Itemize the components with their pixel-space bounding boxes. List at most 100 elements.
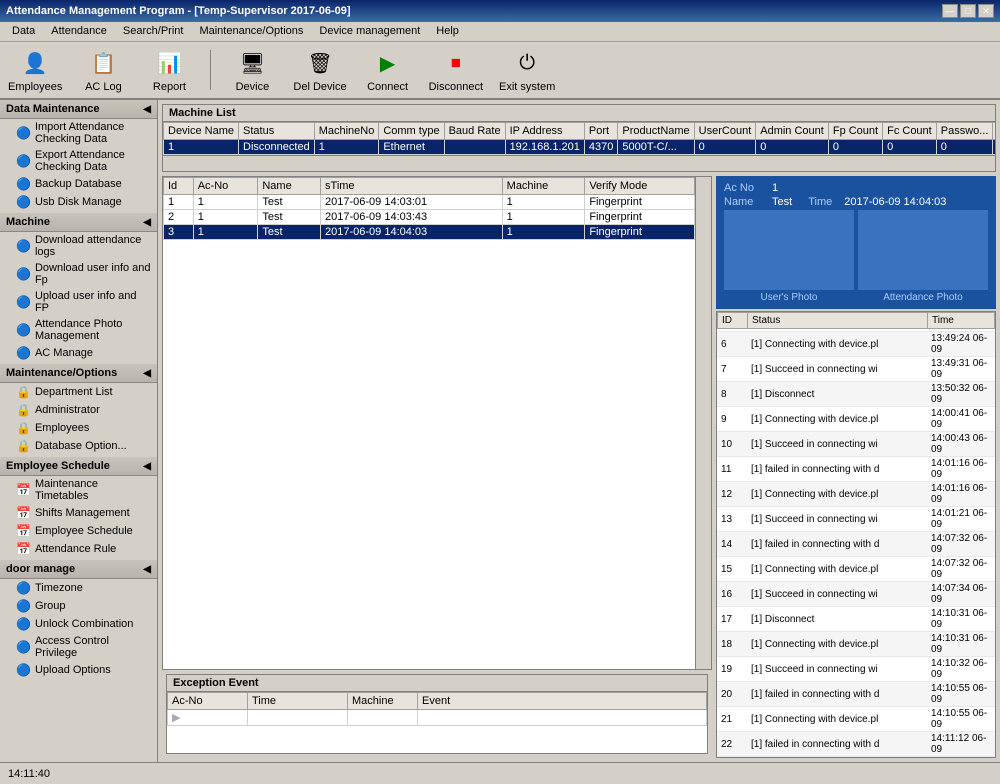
sidebar-item-download-user[interactable]: 🔵Download user info and Fp: [0, 260, 157, 288]
sidebar-item-export[interactable]: 🔵Export Attendance Checking Data: [0, 147, 157, 175]
info-time-label: Time: [808, 196, 832, 208]
rec-col-ac: Ac-No: [193, 178, 258, 195]
cell-admins: 0: [756, 140, 829, 155]
exc-col-ac: Ac-No: [168, 693, 248, 710]
info-row-name: Name Test Time 2017-06-09 14:04:03: [724, 196, 988, 208]
exc-row-indicator: ▶: [168, 710, 248, 726]
sidebar-item-unlock[interactable]: 🔵Unlock Combination: [0, 615, 157, 633]
timetables-icon: 📅: [16, 483, 31, 497]
right-panel: Ac No 1 Name Test Time 2017-06-09 14:04:…: [716, 176, 996, 758]
upload-user-icon: 🔵: [16, 295, 31, 309]
main-layout: Data Maintenance ◀ 🔵Import Attendance Ch…: [0, 100, 1000, 762]
log-col-status: Status: [748, 313, 928, 329]
records-table-wrapper: Id Ac-No Name sTime Machine Verify Mode: [163, 177, 695, 669]
unlock-icon: 🔵: [16, 617, 31, 631]
del-device-button[interactable]: 🗑 Del Device: [293, 47, 346, 93]
maximize-button[interactable]: □: [960, 4, 976, 18]
table-row[interactable]: 1 1 Test 2017-06-09 14:03:01 1 Fingerpri…: [164, 195, 695, 210]
sidebar-item-access-ctrl[interactable]: 🔵Access Control Privilege: [0, 633, 157, 661]
cell-log: 0: [993, 140, 995, 155]
rec-col-name: Name: [258, 178, 321, 195]
log-section: ID Status Time 3[1] failed in connecting…: [716, 311, 996, 758]
access-ctrl-icon: 🔵: [16, 640, 31, 654]
window-controls[interactable]: — □ ✕: [942, 4, 994, 18]
middle-section: Id Ac-No Name sTime Machine Verify Mode: [162, 176, 996, 758]
info-name-label: Name: [724, 196, 764, 208]
rec-name-2: Test: [258, 210, 321, 225]
collapse-maintenance[interactable]: ◀: [143, 368, 151, 379]
table-row[interactable]: 2 1 Test 2017-06-09 14:03:43 1 Fingerpri…: [164, 210, 695, 225]
menu-help[interactable]: Help: [428, 24, 467, 39]
sidebar-item-admin[interactable]: 🔒Administrator: [0, 401, 157, 419]
collapse-machine[interactable]: ◀: [143, 217, 151, 228]
sidebar-section-header-schedule[interactable]: Employee Schedule ◀: [0, 457, 157, 476]
sidebar-item-employees[interactable]: 🔒Employees: [0, 419, 157, 437]
sidebar-section-header-maintenance[interactable]: Maintenance/Options ◀: [0, 364, 157, 383]
rec-name-1: Test: [258, 195, 321, 210]
sidebar-item-photo-mgmt[interactable]: 🔵Attendance Photo Management: [0, 316, 157, 344]
exception-table: Ac-No Time Machine Event ▶: [167, 692, 707, 726]
sidebar-item-upload-user[interactable]: 🔵Upload user info and FP: [0, 288, 157, 316]
download-user-icon: 🔵: [16, 267, 31, 281]
menu-maintenance[interactable]: Maintenance/Options: [191, 24, 311, 39]
rec-col-verify: Verify Mode: [585, 178, 695, 195]
sidebar-item-upload-opts[interactable]: 🔵Upload Options: [0, 661, 157, 679]
table-row[interactable]: 3 1 Test 2017-06-09 14:04:03 1 Fingerpri…: [164, 225, 695, 240]
sidebar-item-timezone[interactable]: 🔵Timezone: [0, 579, 157, 597]
sidebar-item-timetables[interactable]: 📅Maintenance Timetables: [0, 476, 157, 504]
sidebar-item-att-rule[interactable]: 📅Attendance Rule: [0, 540, 157, 558]
report-button[interactable]: 📊 Report: [144, 47, 194, 93]
connect-button[interactable]: ▶ Connect: [363, 47, 413, 93]
rec-ac-1: 1: [193, 195, 258, 210]
info-ac-value: 1: [772, 182, 778, 194]
table-row[interactable]: 1 Disconnected 1 Ethernet 192.168.1.201 …: [164, 140, 996, 155]
rec-col-id: Id: [164, 178, 194, 195]
sidebar-section-door: door manage ◀ 🔵Timezone 🔵Group 🔵Unlock C…: [0, 560, 157, 679]
sidebar-item-group[interactable]: 🔵Group: [0, 597, 157, 615]
sidebar: Data Maintenance ◀ 🔵Import Attendance Ch…: [0, 100, 158, 762]
device-icon: 🖥: [236, 47, 268, 79]
del-device-icon: 🗑: [304, 47, 336, 79]
sidebar-section-header-door[interactable]: door manage ◀: [0, 560, 157, 579]
download-logs-icon: 🔵: [16, 239, 31, 253]
employees-button[interactable]: 👤 Employees: [8, 47, 62, 93]
machine-list-hscroll[interactable]: [163, 155, 995, 171]
minimize-button[interactable]: —: [942, 4, 958, 18]
device-button[interactable]: 🖥 Device: [227, 47, 277, 93]
sidebar-item-db-option[interactable]: 🔒Database Option...: [0, 437, 157, 455]
cell-users: 0: [694, 140, 756, 155]
close-button[interactable]: ✕: [978, 4, 994, 18]
sidebar-item-backup[interactable]: 🔵Backup Database: [0, 175, 157, 193]
records-vscroll[interactable]: [695, 177, 711, 669]
sidebar-item-shifts[interactable]: 📅Shifts Management: [0, 504, 157, 522]
sidebar-section-header-data-maintenance[interactable]: Data Maintenance ◀: [0, 100, 157, 119]
sidebar-item-usb[interactable]: 🔵Usb Disk Manage: [0, 193, 157, 211]
log-table-wrapper[interactable]: 3[1] failed in connecting with d13:38:26…: [717, 329, 995, 757]
sidebar-item-download-logs[interactable]: 🔵Download attendance logs: [0, 232, 157, 260]
title-bar: Attendance Management Program - [Temp-Su…: [0, 0, 1000, 22]
sidebar-item-dept[interactable]: 🔒Department List: [0, 383, 157, 401]
col-port: Port: [584, 123, 617, 140]
log-row: 22[1] failed in connecting with d14:11:1…: [717, 732, 995, 757]
collapse-data-maintenance[interactable]: ◀: [143, 104, 151, 115]
menu-data[interactable]: Data: [4, 24, 43, 39]
exc-col-machine: Machine: [348, 693, 418, 710]
sidebar-item-import[interactable]: 🔵Import Attendance Checking Data: [0, 119, 157, 147]
menu-search-print[interactable]: Search/Print: [115, 24, 192, 39]
sidebar-item-ac-manage[interactable]: 🔵AC Manage: [0, 344, 157, 362]
log-row: 10[1] Succeed in connecting wi14:00:43 0…: [717, 432, 995, 457]
col-log-count: Log Count: [993, 123, 995, 140]
menu-attendance[interactable]: Attendance: [43, 24, 115, 39]
employees-icon: 👤: [19, 47, 51, 79]
exit-system-button[interactable]: ⏻ Exit system: [499, 47, 555, 93]
menu-device-management[interactable]: Device management: [311, 24, 428, 39]
collapse-schedule[interactable]: ◀: [143, 461, 151, 472]
collapse-door[interactable]: ◀: [143, 564, 151, 575]
disconnect-button[interactable]: ⏹ Disconnect: [429, 47, 483, 93]
ac-log-button[interactable]: 📋 AC Log: [78, 47, 128, 93]
sidebar-section-header-machine[interactable]: Machine ◀: [0, 213, 157, 232]
usb-icon: 🔵: [16, 195, 31, 209]
db-option-icon: 🔒: [16, 439, 31, 453]
cell-fp: 0: [828, 140, 882, 155]
sidebar-item-emp-schedule[interactable]: 📅Employee Schedule: [0, 522, 157, 540]
